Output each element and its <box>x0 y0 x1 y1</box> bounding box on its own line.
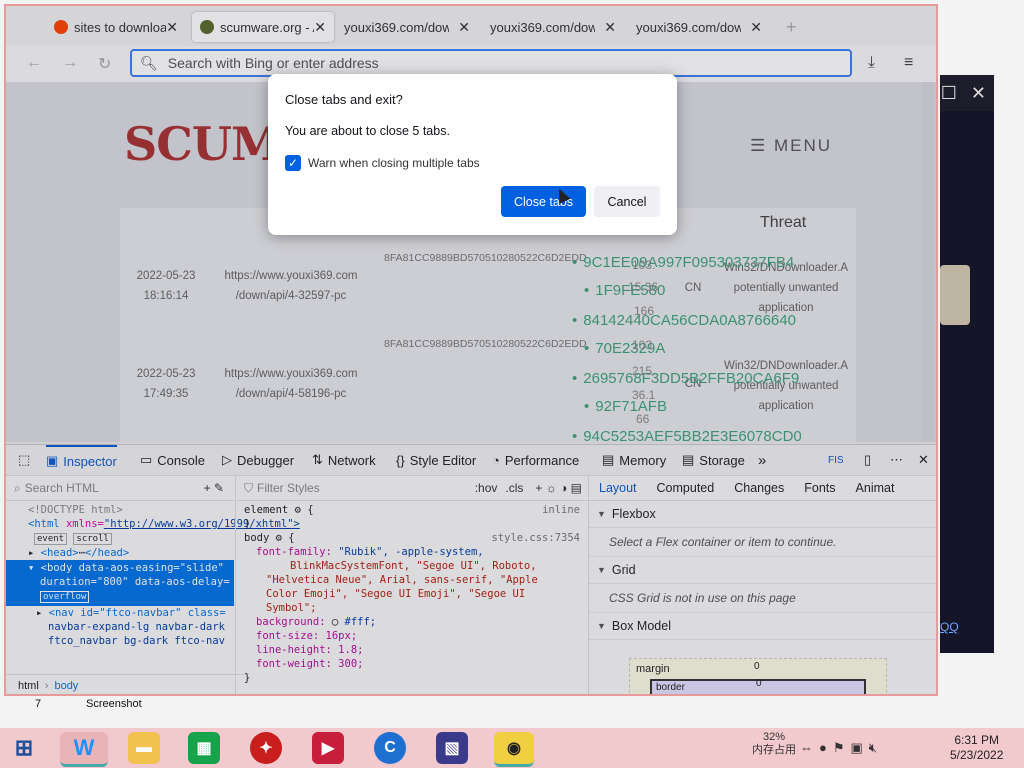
dialog-message: You are about to close 5 tabs. <box>285 124 450 138</box>
close-tabs-dialog: Close tabs and exit? You are about to cl… <box>268 74 677 235</box>
store-icon[interactable]: ▦ <box>188 732 220 764</box>
start-windows-icon[interactable]: ⊞ <box>8 732 40 764</box>
checkmark-icon: ✓ <box>287 156 299 170</box>
background-game-window: ☐ ✕ QQ <box>940 75 994 653</box>
system-tray-icons[interactable]: ⇔●⚑▣🔇︎ <box>800 740 883 756</box>
ccleaner-icon[interactable]: C <box>374 732 406 764</box>
remote-desktop-icon[interactable]: ◉ <box>494 732 534 767</box>
clock[interactable]: 6:31 PM 5/23/2022 <box>950 733 1003 763</box>
close-icon[interactable]: ✕ <box>971 83 986 104</box>
desktop-icon-number: 7 <box>35 698 42 710</box>
close-tabs-button[interactable]: Close tabs <box>501 186 586 217</box>
photo-editor-icon[interactable]: ▧ <box>436 732 468 764</box>
screen-recorder-icon[interactable]: ▶ <box>312 732 344 764</box>
wps-w-icon[interactable]: W <box>60 732 108 767</box>
warn-checkbox-label[interactable]: Warn when closing multiple tabs <box>308 156 480 170</box>
qq-link[interactable]: QQ <box>940 620 959 634</box>
game-emblem <box>940 265 970 325</box>
desktop-screenshot-label[interactable]: Screenshot <box>86 698 142 710</box>
taskbar: ⊞ W ▬ ▦ ✦ ▶ C ▧ ◉ 32% 内存占用 ⇔●⚑▣🔇︎ 6:31 PM… <box>0 728 1024 768</box>
maximize-icon[interactable]: ☐ <box>941 83 957 104</box>
memory-usage[interactable]: 32% 内存占用 <box>752 731 796 757</box>
dialog-title: Close tabs and exit? <box>285 92 403 107</box>
cancel-button[interactable]: Cancel <box>594 186 660 217</box>
file-explorer-icon[interactable]: ▬ <box>128 732 160 764</box>
antivirus-icon[interactable]: ✦ <box>250 732 282 764</box>
warn-checkbox[interactable]: ✓ <box>285 155 301 171</box>
